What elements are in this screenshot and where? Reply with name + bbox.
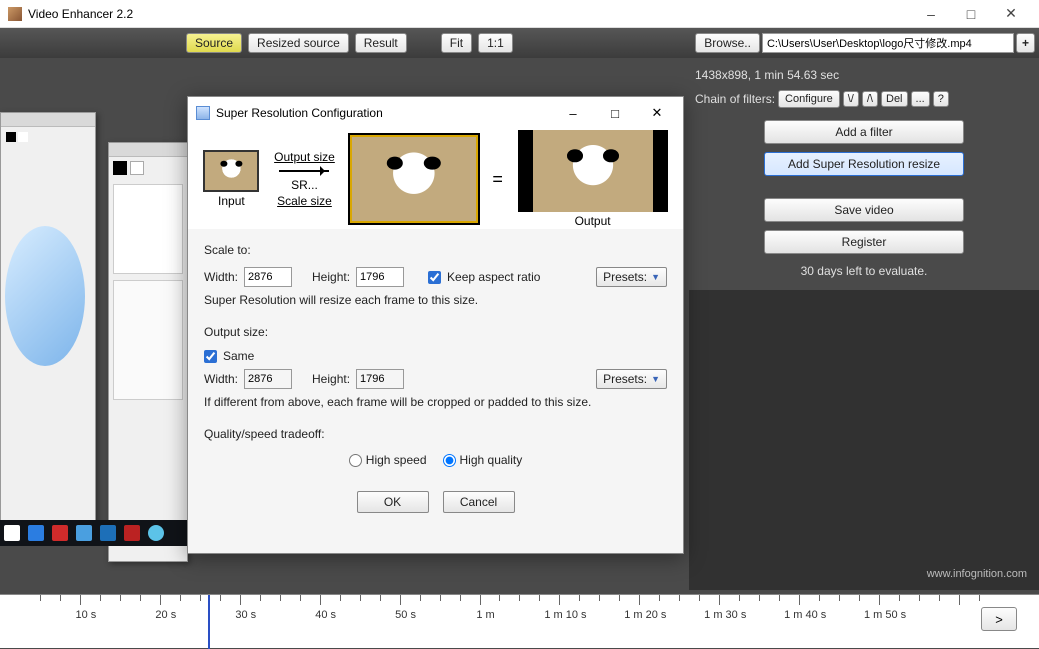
- delete-filter-button[interactable]: Del: [881, 91, 908, 107]
- timeline-tick-label: 1 m 20 s: [620, 609, 670, 621]
- more-button[interactable]: ...: [911, 91, 930, 107]
- same-checkbox[interactable]: [204, 350, 217, 363]
- add-filter-button[interactable]: Add a filter: [764, 120, 964, 144]
- configure-button[interactable]: Configure: [778, 90, 840, 108]
- illus-output-label: Output: [575, 214, 611, 228]
- timeline-tick-label: 40 s: [301, 609, 351, 621]
- output-hint: If different from above, each frame will…: [204, 395, 667, 409]
- file-path-input[interactable]: C:\Users\User\Desktop\logo尺寸修改.mp4: [762, 33, 1014, 53]
- cancel-button[interactable]: Cancel: [443, 491, 515, 513]
- output-size-label: Output size:: [204, 325, 667, 339]
- out-height-label: Height:: [312, 372, 350, 386]
- scale-width-label: Width:: [204, 270, 238, 284]
- illus-output-size-label: Output size: [274, 150, 335, 164]
- timeline-tick-label: 1 m 10 s: [540, 609, 590, 621]
- move-down-button[interactable]: \/: [843, 91, 859, 107]
- source-tab[interactable]: Source: [186, 33, 242, 53]
- ok-button[interactable]: OK: [357, 491, 429, 513]
- timeline-cursor[interactable]: [208, 595, 210, 649]
- timeline-tick-label: 30 s: [221, 609, 271, 621]
- result-tab[interactable]: Result: [355, 33, 407, 53]
- high-speed-radio[interactable]: High speed: [349, 453, 427, 467]
- timeline-tick-label: 10 s: [61, 609, 111, 621]
- titlebar: Video Enhancer 2.2 – □ ✕: [0, 0, 1039, 28]
- illus-sr-label: SR...: [291, 178, 318, 192]
- trial-text: 30 days left to evaluate.: [801, 264, 928, 278]
- right-panel: 1438x898, 1 min 54.63 sec Chain of filte…: [689, 58, 1039, 284]
- scale-height-label: Height:: [312, 270, 350, 284]
- dialog-minimize-button[interactable]: –: [555, 99, 591, 127]
- task-icon[interactable]: [148, 525, 164, 541]
- top-toolbar: Source Resized source Result Fit 1:1 Bro…: [0, 28, 1039, 58]
- add-sr-button[interactable]: Add Super Resolution resize: [764, 152, 964, 176]
- timeline[interactable]: 10 s 20 s 30 s 40 s 50 s 1 m 1 m 10 s 1 m 20 s 1…: [0, 594, 1039, 648]
- dialog-titlebar: Super Resolution Configuration – □ ✕: [188, 97, 683, 129]
- same-label: Same: [223, 349, 254, 363]
- register-button[interactable]: Register: [764, 230, 964, 254]
- timeline-tick-label: 1 m 30 s: [700, 609, 750, 621]
- out-width-input[interactable]: [244, 369, 292, 389]
- timeline-tick-label: 50 s: [381, 609, 431, 621]
- task-icon[interactable]: [76, 525, 92, 541]
- close-button[interactable]: ✕: [991, 0, 1031, 28]
- dialog-icon: [196, 106, 210, 120]
- dialog-maximize-button[interactable]: □: [597, 99, 633, 127]
- out-height-input[interactable]: [356, 369, 404, 389]
- save-video-button[interactable]: Save video: [764, 198, 964, 222]
- fit-button[interactable]: Fit: [441, 33, 472, 53]
- move-up-button[interactable]: /\: [862, 91, 878, 107]
- app-icon: [8, 7, 22, 21]
- keep-aspect-label: Keep aspect ratio: [447, 270, 540, 284]
- timeline-tick-label: 1 m: [461, 609, 511, 621]
- add-file-button[interactable]: +: [1016, 33, 1035, 53]
- illus-scale-size-label: Scale size: [277, 194, 332, 208]
- scale-presets-dropdown[interactable]: Presets:▼: [596, 267, 667, 287]
- scale-width-input[interactable]: [244, 267, 292, 287]
- oneone-button[interactable]: 1:1: [478, 33, 513, 53]
- scale-height-input[interactable]: [356, 267, 404, 287]
- timeline-tick-label: 1 m 40 s: [780, 609, 830, 621]
- video-info: 1438x898, 1 min 54.63 sec: [695, 68, 1033, 82]
- timeline-tick-label: 1 m 50 s: [860, 609, 910, 621]
- task-icon[interactable]: [124, 525, 140, 541]
- minimize-button[interactable]: –: [911, 0, 951, 28]
- timeline-tick-label: 20 s: [141, 609, 191, 621]
- help-button[interactable]: ?: [933, 91, 949, 107]
- scale-to-label: Scale to:: [204, 243, 667, 257]
- task-icon[interactable]: [100, 525, 116, 541]
- preview-area: [689, 290, 1039, 590]
- background-windows: [0, 100, 190, 540]
- resized-source-tab[interactable]: Resized source: [248, 33, 349, 53]
- app-title: Video Enhancer 2.2: [28, 7, 911, 21]
- illustration: Input Output size SR... Scale size = Out…: [188, 129, 683, 229]
- out-width-label: Width:: [204, 372, 238, 386]
- arrow-icon: [279, 170, 329, 172]
- dialog-close-button[interactable]: ✕: [639, 99, 675, 127]
- timeline-ruler[interactable]: 10 s 20 s 30 s 40 s 50 s 1 m 1 m 10 s 1 m 20 s 1…: [0, 595, 959, 649]
- browse-button[interactable]: Browse..: [695, 33, 760, 53]
- task-icon[interactable]: [52, 525, 68, 541]
- footer-url: www.infognition.com: [927, 568, 1027, 580]
- maximize-button[interactable]: □: [951, 0, 991, 28]
- quality-label: Quality/speed tradeoff:: [204, 427, 667, 441]
- keep-aspect-checkbox[interactable]: [428, 271, 441, 284]
- play-forward-button[interactable]: >: [981, 607, 1017, 631]
- chevron-down-icon: ▼: [651, 272, 660, 282]
- scale-hint: Super Resolution will resize each frame …: [204, 293, 667, 307]
- dialog-title: Super Resolution Configuration: [216, 106, 549, 120]
- chevron-down-icon: ▼: [651, 374, 660, 384]
- taskbar: [0, 520, 190, 546]
- start-icon[interactable]: [4, 525, 20, 541]
- chain-label: Chain of filters:: [695, 92, 775, 106]
- out-presets-dropdown[interactable]: Presets:▼: [596, 369, 667, 389]
- sr-config-dialog: Super Resolution Configuration – □ ✕ Inp…: [187, 96, 684, 554]
- task-icon[interactable]: [28, 525, 44, 541]
- high-quality-radio[interactable]: High quality: [443, 453, 523, 467]
- equals-label: =: [492, 169, 503, 190]
- illus-input-label: Input: [218, 194, 245, 208]
